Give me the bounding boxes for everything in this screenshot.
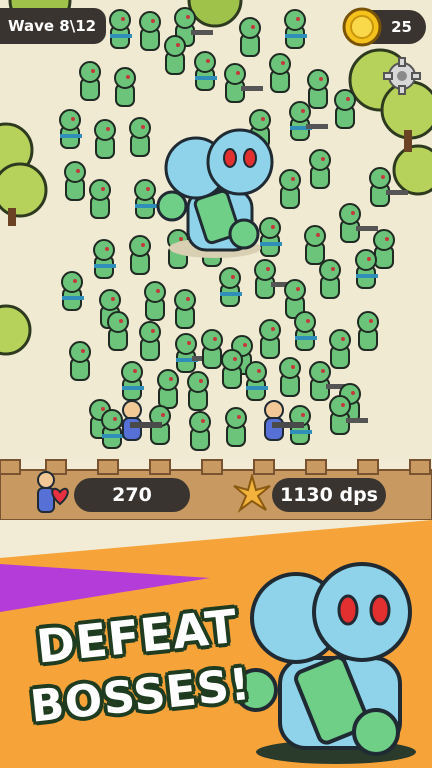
- zombie[interactable]: [221, 349, 243, 389]
- zombie[interactable]: [224, 63, 263, 103]
- zombie[interactable]: [59, 109, 82, 149]
- zombie[interactable]: [245, 361, 268, 401]
- zombie[interactable]: [329, 395, 368, 435]
- zombie[interactable]: [61, 271, 84, 311]
- zombie[interactable]: [174, 289, 196, 329]
- zombie[interactable]: [79, 61, 101, 101]
- zombie[interactable]: [109, 9, 132, 49]
- zombie[interactable]: [107, 311, 129, 351]
- zombie[interactable]: [187, 371, 209, 411]
- zombie[interactable]: [279, 169, 301, 209]
- zombie[interactable]: [129, 235, 151, 275]
- zombie[interactable]: [89, 179, 111, 219]
- zombie[interactable]: [64, 161, 86, 201]
- zombie[interactable]: [93, 239, 116, 279]
- coin-icon: [342, 7, 382, 47]
- zombie[interactable]: [279, 357, 301, 397]
- zombie[interactable]: [194, 51, 217, 91]
- zombie[interactable]: [307, 69, 329, 109]
- wave-counter: Wave 8\12: [0, 8, 107, 44]
- tree-left: [0, 122, 48, 356]
- zombie[interactable]: [334, 89, 356, 129]
- heart-icon: [37, 471, 69, 513]
- zombie[interactable]: [225, 407, 247, 447]
- zombie[interactable]: [189, 411, 211, 451]
- zombie[interactable]: [201, 329, 223, 369]
- game-screen: Wave 8\12 25 270 1130 dps DEFEAT BOSSES!: [0, 0, 432, 768]
- zombie[interactable]: [94, 119, 116, 159]
- zombie[interactable]: [239, 17, 261, 57]
- zombie[interactable]: [259, 319, 281, 359]
- zombie[interactable]: [101, 409, 124, 449]
- zombie[interactable]: [129, 117, 151, 157]
- dps-display: 1130 dps: [272, 478, 386, 512]
- tree-top-center: [187, 0, 243, 28]
- zombie[interactable]: [134, 179, 157, 219]
- battlefield-scene: [0, 0, 432, 451]
- zombie[interactable]: [121, 361, 144, 401]
- health-display: 270: [74, 478, 190, 512]
- zombie[interactable]: [355, 249, 378, 289]
- zombie[interactable]: [69, 341, 91, 381]
- zombie[interactable]: [329, 329, 351, 369]
- zombie[interactable]: [284, 9, 307, 49]
- zombie[interactable]: [309, 149, 331, 189]
- zombie[interactable]: [139, 321, 161, 361]
- zombie[interactable]: [269, 53, 291, 93]
- coin-count: 25: [391, 18, 412, 36]
- zombie[interactable]: [357, 311, 379, 351]
- zombie[interactable]: [144, 281, 166, 321]
- zombie[interactable]: [259, 217, 282, 257]
- gear-icon[interactable]: [382, 56, 422, 96]
- zombie[interactable]: [219, 267, 242, 307]
- zombie[interactable]: [319, 259, 341, 299]
- zombie[interactable]: [139, 11, 161, 51]
- zombie[interactable]: [157, 369, 179, 409]
- zombie[interactable]: [294, 311, 317, 351]
- zombie[interactable]: [114, 67, 136, 107]
- zombie[interactable]: [373, 229, 395, 269]
- zombie[interactable]: [164, 35, 186, 75]
- zombie[interactable]: [304, 225, 326, 265]
- zombie[interactable]: [339, 203, 378, 243]
- spark-icon: [233, 474, 271, 514]
- battlefield: [0, 0, 432, 460]
